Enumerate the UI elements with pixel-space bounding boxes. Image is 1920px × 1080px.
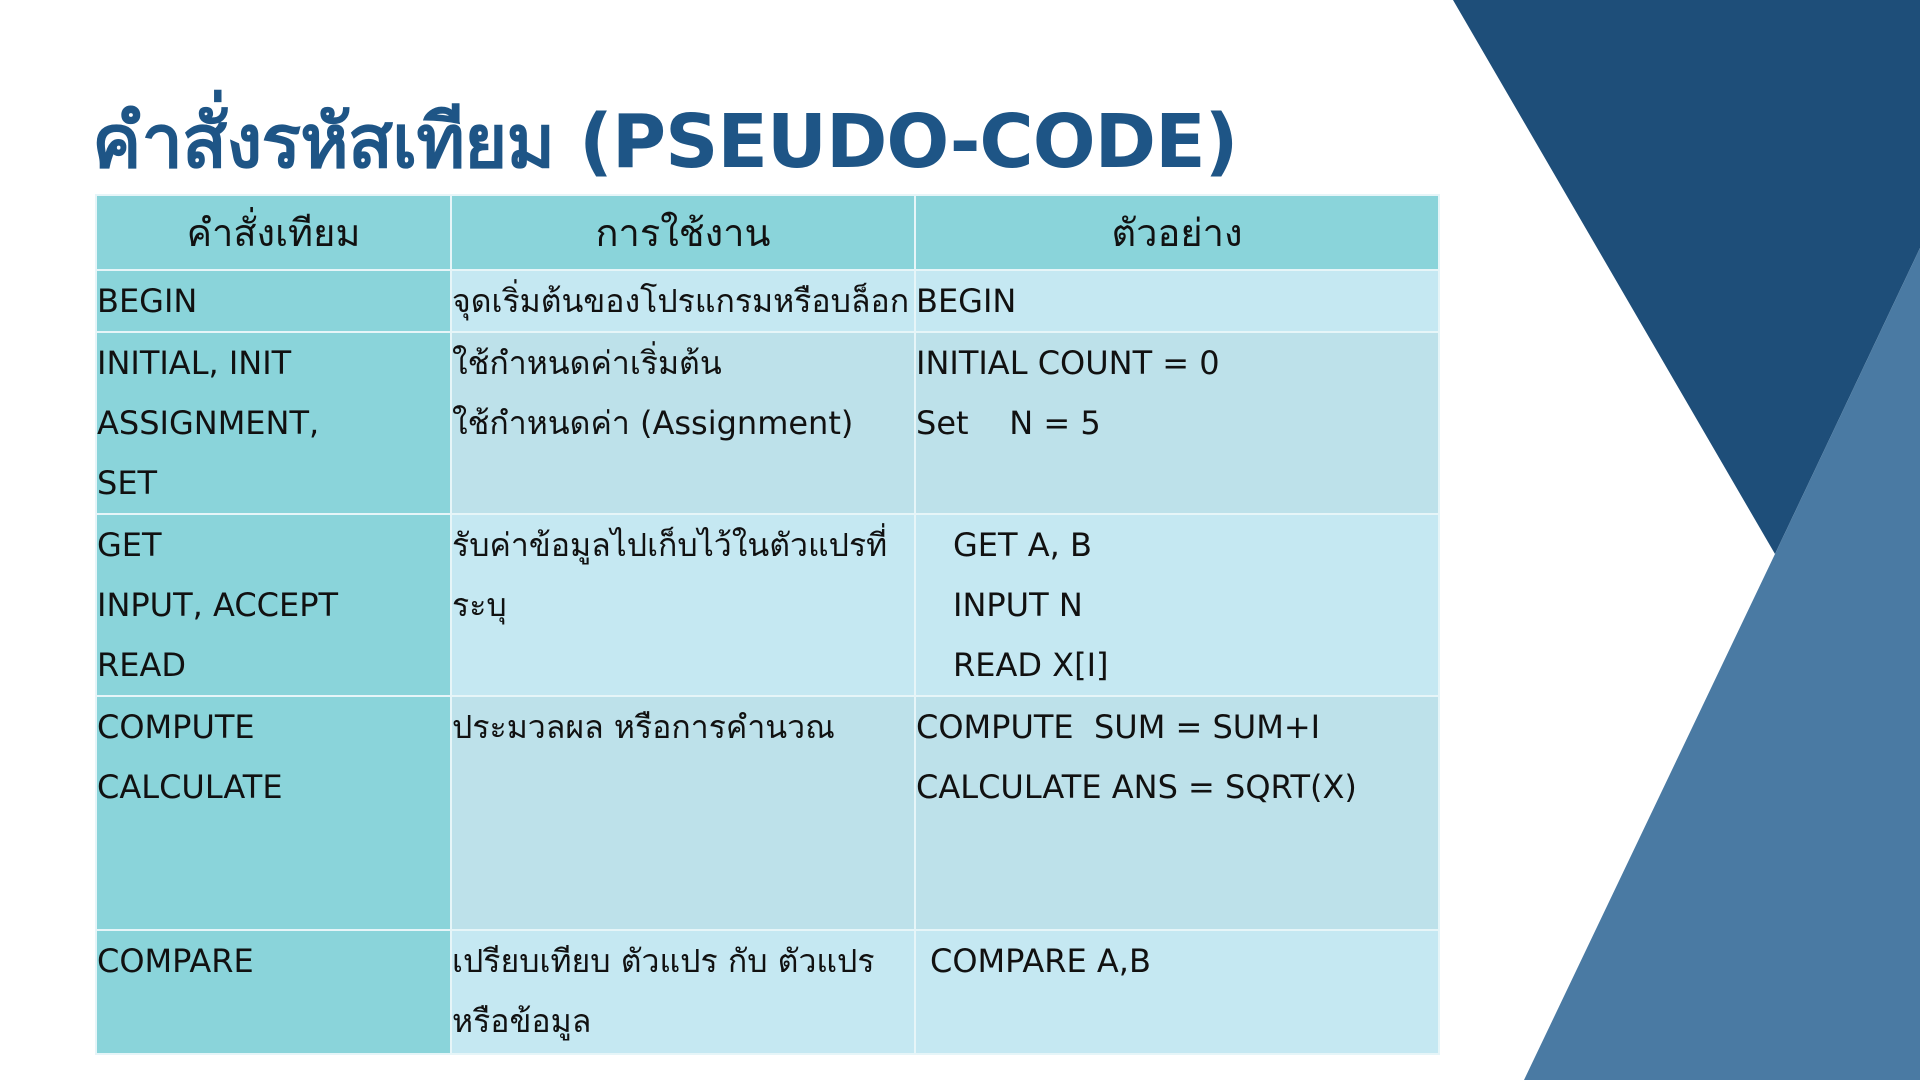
example-text: COMPUTE SUM = SUM+I: [916, 708, 1321, 746]
example-text: READ X[I]: [953, 646, 1109, 684]
usage-cell: ประมวลผล หรือการคำนวณ: [450, 695, 916, 931]
header-usage: การใช้งาน: [450, 194, 916, 271]
usage-text: ประมวลผล หรือการคำนวณ: [452, 708, 835, 746]
command-text: GET: [97, 526, 162, 564]
usage-text: หรือข้อมูล: [452, 1002, 592, 1040]
command-cell: COMPARE: [95, 929, 452, 1055]
example-cell: COMPUTE SUM = SUM+I CALCULATE ANS = SQRT…: [914, 695, 1440, 931]
table-row: COMPUTE CALCULATE ประมวลผล หรือการคำนวณ …: [95, 695, 1440, 931]
command-text: SET: [97, 464, 158, 502]
table-row: INITIAL, INIT ASSIGNMENT, SET ใช้กำหนดค่…: [95, 331, 1440, 515]
command-cell: INITIAL, INIT ASSIGNMENT, SET: [95, 331, 452, 515]
example-text: CALCULATE ANS = SQRT(X): [916, 768, 1357, 806]
command-text: BEGIN: [97, 282, 198, 320]
example-cell: COMPARE A,B: [914, 929, 1440, 1055]
table-header-row: คำสั่งเทียม การใช้งาน ตัวอย่าง: [95, 194, 1440, 271]
command-text: INPUT, ACCEPT: [97, 586, 339, 624]
usage-text: ใช้กำหนดค่า (Assignment): [452, 404, 854, 442]
header-example: ตัวอย่าง: [914, 194, 1440, 271]
example-text: INPUT N: [953, 586, 1083, 624]
table-row: BEGIN จุดเริ่มต้นของโปรแกรมหรือบล็อก BEG…: [95, 269, 1440, 333]
slide-title: คำสั่งรหัสเทียม (PSEUDO-CODE): [92, 99, 1238, 185]
command-text: ASSIGNMENT,: [97, 404, 320, 442]
usage-cell: รับค่าข้อมูลไปเก็บไว้ในตัวแปรที่ ระบุ: [450, 513, 916, 697]
usage-text: รับค่าข้อมูลไปเก็บไว้ในตัวแปรที่: [452, 526, 888, 564]
command-cell: GET INPUT, ACCEPT READ: [95, 513, 452, 697]
usage-cell: เปรียบเทียบ ตัวแปร กับ ตัวแปร หรือข้อมูล: [450, 929, 916, 1055]
table-row: COMPARE เปรียบเทียบ ตัวแปร กับ ตัวแปร หร…: [95, 929, 1440, 1055]
usage-text: จุดเริ่มต้นของโปรแกรมหรือบล็อก: [452, 282, 910, 320]
command-text: COMPUTE: [97, 708, 255, 746]
usage-text: เปรียบเทียบ ตัวแปร กับ ตัวแปร: [452, 942, 875, 980]
command-text: COMPARE: [97, 942, 254, 980]
usage-text: ระบุ: [452, 586, 507, 624]
command-text: CALCULATE: [97, 768, 283, 806]
command-cell: COMPUTE CALCULATE: [95, 695, 452, 931]
example-cell: INITIAL COUNT = 0 Set N = 5: [914, 331, 1440, 515]
command-text: READ: [97, 646, 186, 684]
usage-cell: ใช้กำหนดค่าเริ่มต้น ใช้กำหนดค่า (Assignm…: [450, 331, 916, 515]
usage-text: ใช้กำหนดค่าเริ่มต้น: [452, 344, 722, 382]
usage-cell: จุดเริ่มต้นของโปรแกรมหรือบล็อก: [450, 269, 916, 333]
header-command: คำสั่งเทียม: [95, 194, 452, 271]
example-text: BEGIN: [916, 282, 1017, 320]
example-text: GET A, B: [953, 526, 1092, 564]
command-text: INITIAL, INIT: [97, 344, 292, 382]
example-text: INITIAL COUNT = 0: [916, 344, 1220, 382]
example-text: Set N = 5: [916, 404, 1101, 442]
command-cell: BEGIN: [95, 269, 452, 333]
example-text: COMPARE A,B: [930, 942, 1151, 980]
example-cell: GET A, B INPUT N READ X[I]: [914, 513, 1440, 697]
table-row: GET INPUT, ACCEPT READ รับค่าข้อมูลไปเก็…: [95, 513, 1440, 697]
example-cell: BEGIN: [914, 269, 1440, 333]
pseudo-code-table: คำสั่งเทียม การใช้งาน ตัวอย่าง BEGIN จุด…: [95, 194, 1440, 1055]
